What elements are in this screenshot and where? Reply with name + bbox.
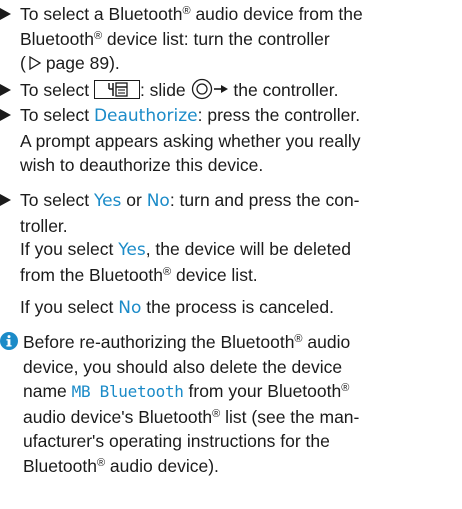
step-line: To select Yes or No: turn and press the … [20, 190, 360, 211]
info-note: Before re-authorizing the Bluetooth® aud… [0, 330, 460, 478]
no-option: No [118, 298, 142, 318]
result-no: If you select No the process is canceled… [20, 297, 334, 318]
page-reference-triangle-icon [29, 55, 42, 71]
result-line: from the Bluetooth® device list. [20, 264, 258, 285]
note-line: Before re-authorizing the Bluetooth® aud… [23, 332, 351, 352]
step-select-device: To select a Bluetooth® audio device from… [0, 2, 460, 76]
note-line: name MB Bluetooth from your Bluetooth® [23, 381, 350, 401]
result-yes: If you select Yes, the device will be de… [20, 237, 460, 287]
yes-option: Yes [93, 191, 122, 211]
deauthorize-menu-item: Deauthorize [93, 106, 198, 126]
step-line: To select a Bluetooth® audio device from… [20, 4, 363, 24]
step-select-menu: To select : slide the controller. [0, 78, 460, 103]
step-result-line: A prompt appears asking whether you real… [20, 130, 361, 151]
step-line: (page 89). [20, 53, 120, 73]
note-line: Bluetooth® audio device). [23, 455, 219, 476]
result-line: If you select Yes, the device will be de… [20, 239, 351, 260]
step-select-yes-no: To select Yes or No: turn and press the … [0, 188, 460, 238]
no-option: No [146, 191, 170, 211]
step-line: To select Deauthorize: press the control… [20, 105, 361, 126]
triangle-bullet-icon [0, 109, 11, 121]
note-line: device, you should also delete the devic… [23, 356, 343, 377]
page-reference-link[interactable]: page 89 [46, 53, 109, 73]
step-select-deauthorize: To select Deauthorize: press the control… [0, 103, 460, 178]
note-line: audio device's Bluetooth® list (see the … [23, 406, 360, 427]
yes-option: Yes [118, 240, 146, 260]
triangle-bullet-icon [0, 8, 11, 20]
step-line: troller. [20, 215, 68, 236]
manual-page: To select a Bluetooth® audio device from… [0, 0, 462, 509]
menu-button-icon [93, 80, 140, 99]
controller-slide-right-icon [191, 78, 228, 100]
device-name-label: MB Bluetooth [71, 382, 184, 401]
note-line: ufacturer's operating instructions for t… [23, 431, 330, 451]
info-icon [0, 332, 18, 350]
step-line: Bluetooth® device list: turn the control… [20, 28, 330, 49]
step-result-line: wish to deauthorize this device. [20, 155, 264, 175]
triangle-bullet-icon [0, 84, 11, 96]
triangle-bullet-icon [0, 194, 11, 206]
